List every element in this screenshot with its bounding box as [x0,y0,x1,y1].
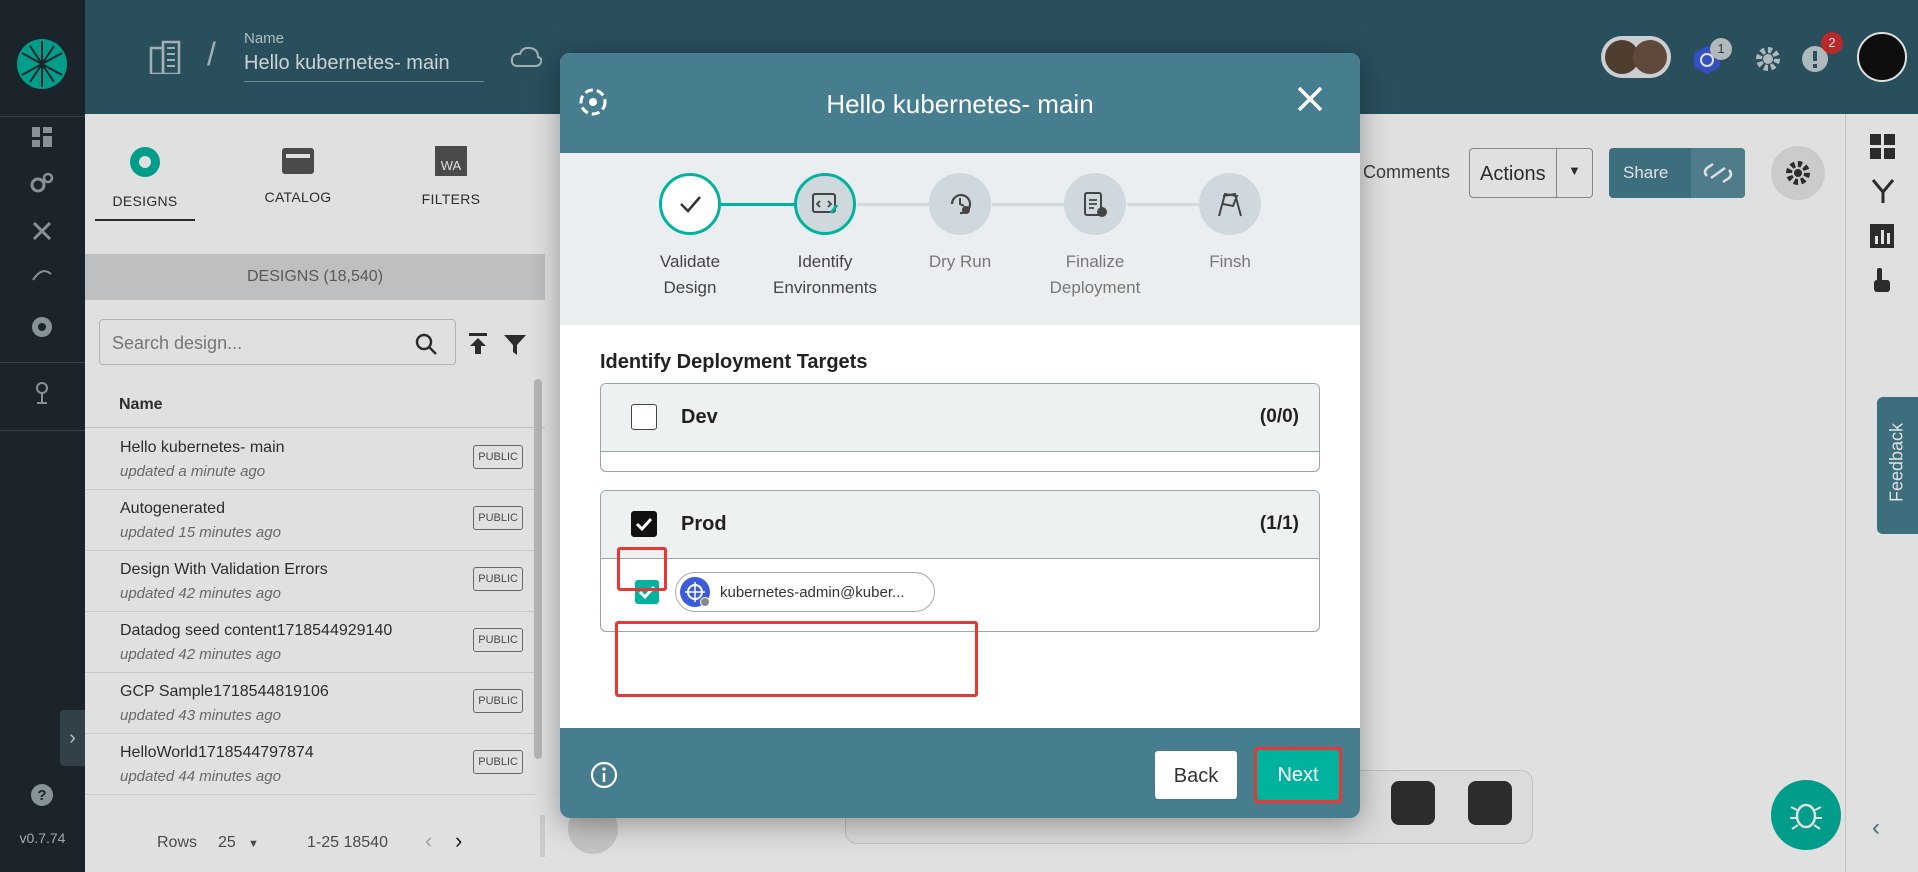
connection-chip[interactable]: kubernetes-admin@kuber... [675,572,935,612]
checkered-flags-icon [1199,173,1261,235]
step-label: Validate [659,252,721,271]
step-label: Environments [773,278,877,297]
step-identify-environments: Identify Environments [755,173,895,301]
check-icon [659,173,721,235]
highlight-annotation [1254,747,1342,803]
highlight-annotation [615,621,978,697]
environment-dev: Dev (0/0) [600,383,1320,472]
step-label: Dry Run [928,252,992,271]
step-label: Finsh [1209,252,1251,271]
step-finalize-deployment: Finalize Deployment [1025,173,1165,301]
modal-header: Hello kubernetes- main [560,53,1360,153]
step-validate-design: Validate Design [620,173,760,301]
step-label: Identify [797,252,853,271]
step-label: Finalize [1065,252,1125,271]
environment-count: (1/1) [1259,513,1299,534]
modal-footer: Back Next [560,728,1360,818]
step-label: Design [663,278,717,297]
info-icon[interactable] [590,761,618,794]
deploy-stepper: Validate Design Identify Environments Dry … [560,153,1360,325]
dev-checkbox[interactable] [631,404,657,430]
clipboard-settings-icon [1064,173,1126,235]
dry-run-history-icon [929,173,991,235]
deploy-modal: Hello kubernetes- main Validate Design Id… [560,53,1360,818]
connection-name: kubernetes-admin@kuber... [720,584,905,601]
environment-code-icon [794,173,856,235]
environment-count: (0/0) [1259,406,1299,427]
step-dry-run: Dry Run [890,173,1030,275]
environment-name: Dev [681,406,718,428]
highlight-annotation [617,547,667,591]
environment-prod: Prod (1/1) kubernetes-admin@kuber... [600,490,1320,632]
environment-name: Prod [681,513,727,535]
connection-status-dot [700,597,710,607]
modal-title: Hello kubernetes- main [826,89,1094,119]
step-label: Deployment [1049,278,1141,297]
back-button[interactable]: Back [1154,750,1238,800]
section-title: Identify Deployment Targets [600,351,868,373]
prod-checkbox[interactable] [631,511,657,537]
step-finish: Finsh [1160,173,1300,275]
close-icon[interactable] [1296,85,1324,118]
